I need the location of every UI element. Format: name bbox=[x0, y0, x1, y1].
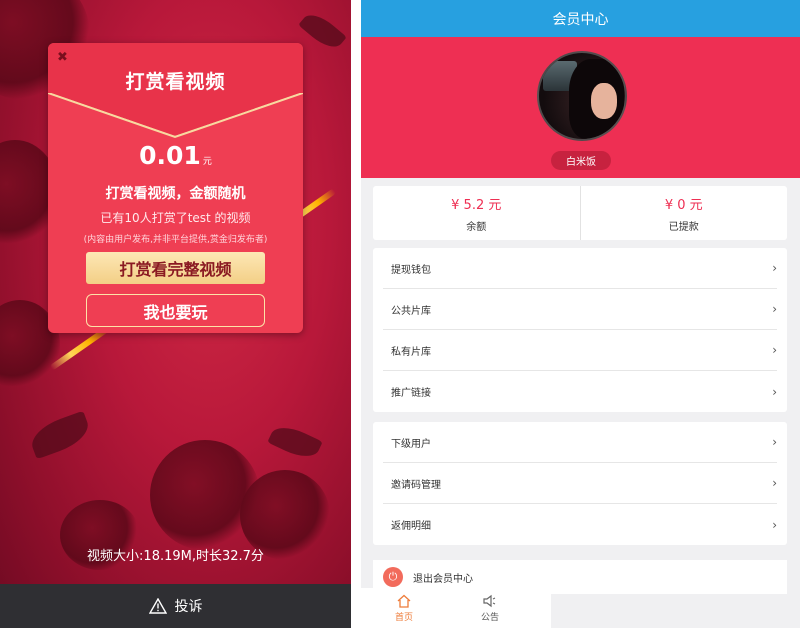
chevron-right-icon: › bbox=[772, 343, 777, 357]
menu-item-label: 私有片库 bbox=[391, 346, 431, 358]
reward-popup-card: ✖ 打赏看视频 0.01 元 打赏看视频，金额随机 已有10人打赏了test 的视… bbox=[48, 43, 303, 333]
menu-item-label: 邀请码管理 bbox=[391, 479, 441, 491]
menu-item-label: 提现钱包 bbox=[391, 264, 431, 276]
header-bar: 会员中心 bbox=[361, 0, 800, 37]
speaker-icon bbox=[483, 594, 496, 608]
amount-value: 0.01 bbox=[139, 141, 201, 170]
reward-amount: 0.01 元 bbox=[48, 141, 303, 170]
power-icon: ⏻ bbox=[383, 567, 403, 587]
member-level-badge: 白米饭 bbox=[551, 151, 611, 170]
menu-item-commission-details[interactable]: 返佣明细 › bbox=[383, 504, 777, 545]
bottom-tab-bar: 首页 公告 bbox=[361, 588, 551, 628]
menu-group-wallet: 提现钱包 › 公共片库 › 私有片库 › 推广链接 › bbox=[373, 248, 787, 412]
avatar-face bbox=[591, 83, 617, 119]
balance-value: ¥ 5.2 元 bbox=[451, 197, 502, 213]
tab-label: 首页 bbox=[394, 613, 413, 623]
background-leaf bbox=[298, 8, 347, 54]
play-too-button[interactable]: 我也要玩 bbox=[86, 294, 265, 327]
amount-unit: 元 bbox=[202, 157, 212, 167]
tab-label: 公告 bbox=[480, 613, 499, 623]
chevron-right-icon: › bbox=[772, 476, 777, 490]
complain-button[interactable]: 投诉 bbox=[0, 584, 351, 628]
envelope-fold-line bbox=[48, 93, 303, 143]
menu-item-label: 返佣明细 bbox=[391, 521, 431, 532]
background-leaf bbox=[267, 420, 323, 464]
screenshot-stage: ✖ 打赏看视频 0.01 元 打赏看视频，金额随机 已有10人打赏了test 的视… bbox=[0, 0, 800, 628]
complain-label: 投诉 bbox=[174, 599, 203, 615]
menu-item-withdraw-wallet[interactable]: 提现钱包 › bbox=[383, 248, 777, 289]
chevron-right-icon: › bbox=[772, 302, 777, 316]
close-icon[interactable]: ✖ bbox=[57, 50, 68, 65]
balance-card: ¥ 5.2 元 余额 ¥ 0 元 已提款 bbox=[373, 186, 787, 240]
chevron-right-icon: › bbox=[772, 435, 777, 449]
menu-item-promo-link[interactable]: 推广链接 › bbox=[383, 371, 777, 412]
withdrawn-column[interactable]: ¥ 0 元 已提款 bbox=[579, 186, 788, 240]
popup-subtitle: 打赏看视频，金额随机 bbox=[105, 186, 246, 202]
withdrawn-label: 已提款 bbox=[668, 221, 699, 233]
tab-home[interactable]: 首页 bbox=[361, 588, 447, 628]
menu-item-label: 公共片库 bbox=[391, 305, 431, 317]
menu-item-label: 下级用户 bbox=[391, 438, 431, 450]
reward-video-screen: ✖ 打赏看视频 0.01 元 打赏看视频，金额随机 已有10人打赏了test 的视… bbox=[0, 0, 351, 628]
menu-item-public-library[interactable]: 公共片库 › bbox=[383, 289, 777, 330]
reward-watch-button[interactable]: 打赏看完整视频 bbox=[86, 252, 265, 284]
logout-label: 退出会员中心 bbox=[413, 573, 473, 585]
member-center-screen: 会员中心 白米饭 ¥ 5.2 元 余额 ¥ 0 元 已提款 提现钱包 › 公共片… bbox=[361, 0, 800, 628]
menu-item-label: 推广链接 bbox=[391, 388, 431, 399]
menu-item-private-library[interactable]: 私有片库 › bbox=[383, 330, 777, 371]
balance-label: 余额 bbox=[466, 221, 487, 233]
menu-item-invite-codes[interactable]: 邀请码管理 › bbox=[383, 463, 777, 504]
reward-count-text: 已有10人打赏了test 的视频 bbox=[100, 211, 251, 225]
balance-column[interactable]: ¥ 5.2 元 余额 bbox=[373, 186, 580, 240]
withdrawn-value: ¥ 0 元 bbox=[664, 197, 703, 213]
background-leaf bbox=[26, 410, 94, 460]
profile-hero: 白米饭 bbox=[361, 37, 800, 178]
chevron-right-icon: › bbox=[772, 517, 777, 532]
menu-item-sub-users[interactable]: 下级用户 › bbox=[383, 422, 777, 463]
home-icon bbox=[397, 594, 411, 608]
warning-icon bbox=[148, 598, 167, 614]
chevron-right-icon: › bbox=[772, 261, 777, 275]
popup-title: 打赏看视频 bbox=[125, 71, 226, 93]
menu-group-referral: 下级用户 › 邀请码管理 › 返佣明细 › bbox=[373, 422, 787, 545]
disclaimer-text: (内容由用户发布,并非平台提供,赏金归发布者) bbox=[83, 235, 268, 245]
chevron-right-icon: › bbox=[772, 384, 777, 399]
tab-announcements[interactable]: 公告 bbox=[447, 588, 533, 628]
page-title: 会员中心 bbox=[552, 11, 609, 28]
avatar[interactable] bbox=[537, 51, 627, 141]
video-info-text: 视频大小:18.19M,时长32.7分 bbox=[87, 549, 264, 564]
